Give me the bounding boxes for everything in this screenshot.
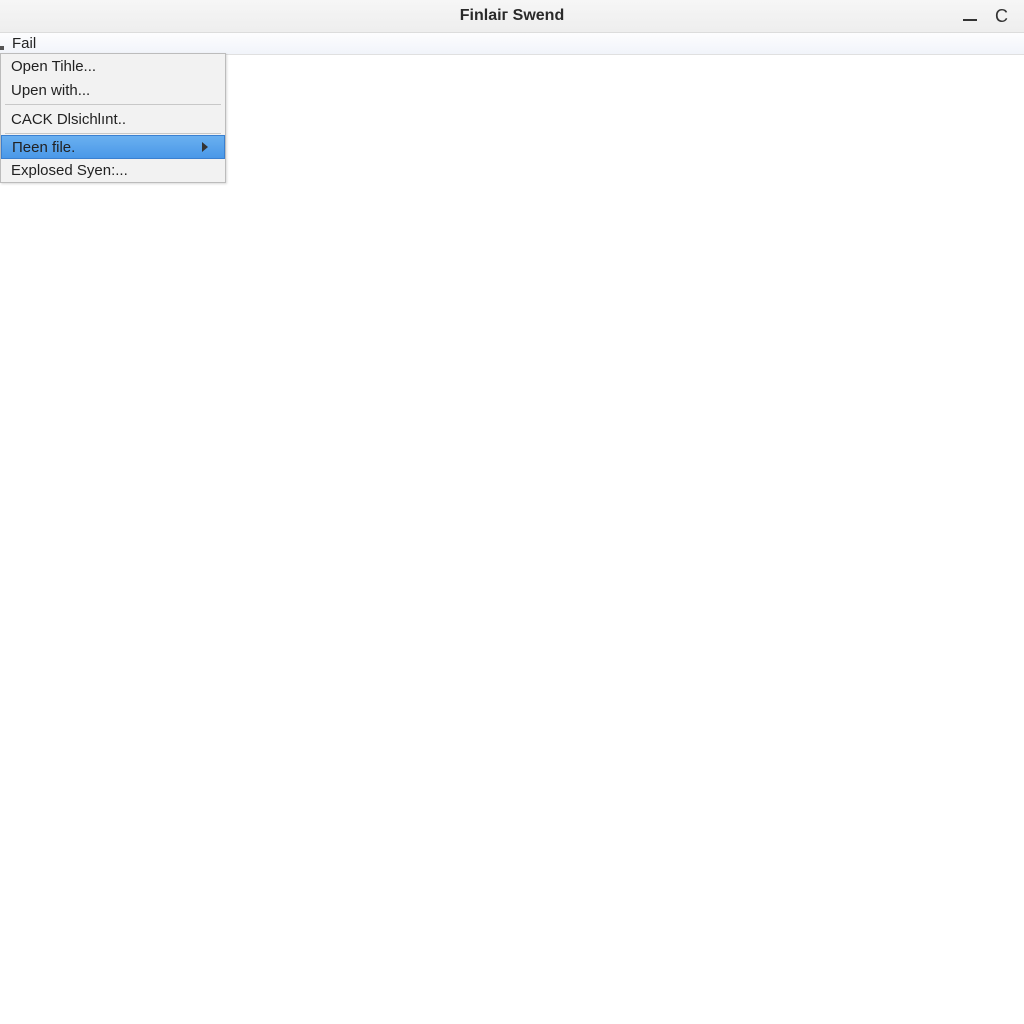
menu-item-open-tihle[interactable]: Open Tihle... <box>1 54 225 78</box>
menu-fail[interactable]: Fail <box>6 35 42 52</box>
menu-item-neen-file[interactable]: Пeen file. <box>1 135 225 159</box>
menu-item-label: Explosed Syen:... <box>11 162 128 179</box>
titlebar: Finlaiг Swend C <box>0 0 1024 33</box>
menu-item-label: CACK Dlsichlınt.. <box>11 111 126 128</box>
window-controls: C <box>963 0 1016 32</box>
menubar: Fail <box>0 33 1024 55</box>
menu-item-cack[interactable]: CACK Dlsichlınt.. <box>1 107 225 131</box>
submenu-arrow-icon <box>202 142 208 152</box>
file-menu-dropdown: Open Tihle... Upen with... CACK Dlsichlı… <box>0 53 226 183</box>
menu-separator <box>5 104 221 105</box>
menu-item-explosed-syent[interactable]: Explosed Syen:... <box>1 158 225 182</box>
menu-item-label: Пeen file. <box>12 139 75 156</box>
menu-item-label: Open Tihle... <box>11 58 96 75</box>
menu-item-label: Upen with... <box>11 82 90 99</box>
minimize-icon[interactable] <box>963 19 977 21</box>
window-title: Finlaiг Swend <box>460 7 564 25</box>
menu-separator <box>5 133 221 134</box>
restore-icon[interactable]: C <box>995 6 1008 27</box>
content-area <box>0 55 1024 1024</box>
menu-item-upen-with[interactable]: Upen with... <box>1 78 225 102</box>
